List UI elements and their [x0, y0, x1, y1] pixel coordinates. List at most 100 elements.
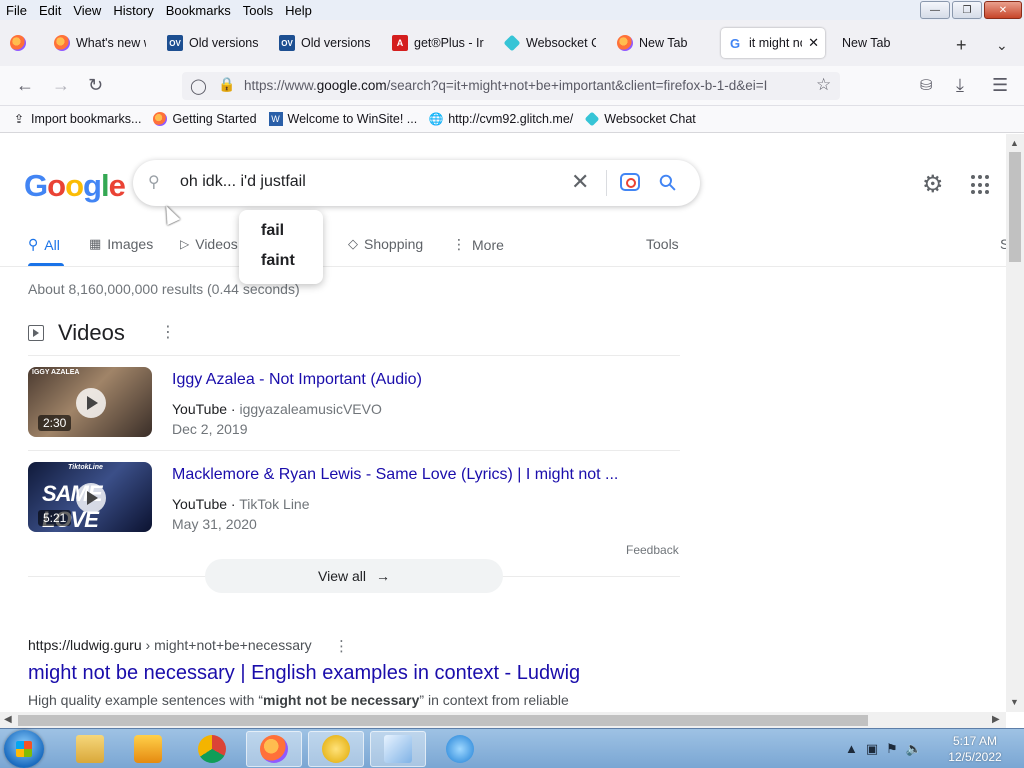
start-button[interactable]	[4, 730, 44, 768]
video-thumbnail-1[interactable]: IGGY AZALEA 2:30	[28, 367, 152, 437]
menu-history[interactable]: History	[107, 3, 159, 18]
tab-label: get®Plus - Ir	[414, 36, 484, 50]
menu-view[interactable]: View	[67, 3, 107, 18]
taskbar-firefox[interactable]	[246, 731, 302, 767]
menu-help[interactable]: Help	[279, 3, 318, 18]
bookmark-label: http://cvm92.glitch.me/	[448, 112, 574, 126]
suggestion-item[interactable]: fail	[261, 222, 284, 240]
pocket-icon[interactable]: ⛁	[920, 76, 933, 94]
back-arrow-icon[interactable]: ←	[16, 75, 34, 96]
tab-new-tab-1[interactable]: New Tab	[617, 28, 709, 58]
feedback-link[interactable]: Feedback	[626, 543, 679, 557]
minimize-button[interactable]: —	[920, 1, 950, 19]
taskbar-media[interactable]	[120, 731, 176, 767]
bookmark-label: Welcome to WinSite! ...	[287, 112, 418, 126]
source-name: YouTube	[172, 496, 228, 512]
video-title-link[interactable]: Macklemore & Ryan Lewis - Same Love (Lyr…	[172, 466, 618, 484]
acrobat-icon: A	[392, 35, 408, 51]
tab-all[interactable]: ⚲ All	[28, 236, 60, 253]
shield-icon[interactable]: ◯	[190, 77, 207, 95]
tab-old-versions-2[interactable]: OV Old versions	[279, 28, 371, 58]
settings-gear-icon[interactable]: ⚙	[922, 170, 944, 199]
menu-tools[interactable]: Tools	[237, 3, 279, 18]
close-tab-icon[interactable]: ✕	[808, 35, 819, 51]
close-window-button[interactable]: ✕	[984, 1, 1022, 19]
tab-tools[interactable]: Tools	[646, 236, 679, 252]
google-logo[interactable]: Google	[24, 168, 126, 204]
search-submit-icon[interactable]: ⚲	[653, 168, 683, 198]
search-input[interactable]: oh idk... i'd justfail	[180, 173, 306, 191]
tab-images[interactable]: ▦ Images	[89, 236, 153, 252]
google-icon: G	[727, 35, 743, 51]
result-url[interactable]: https://ludwig.guru › might+not+be+neces…	[28, 637, 312, 653]
scroll-down-icon[interactable]: ▼	[1010, 697, 1019, 707]
tab-videos[interactable]: ▷ Videos	[180, 236, 238, 252]
tab-google-search[interactable]: G it might no ✕	[721, 28, 825, 58]
camera-lens-icon[interactable]	[620, 173, 640, 191]
tab-label: Old versions	[301, 36, 371, 50]
video-thumbnail-2[interactable]: TiktokLine SAME LOVE 5:21	[28, 462, 152, 532]
scroll-right-icon[interactable]: ▶	[992, 714, 1000, 725]
menu-edit[interactable]: Edit	[33, 3, 67, 18]
url-bar[interactable]: ◯ 🔒 https://www.google.com/search?q=it+m…	[182, 72, 840, 100]
clear-search-icon[interactable]: ✕	[571, 169, 589, 195]
show-hidden-icons-icon[interactable]: ▲	[845, 741, 858, 757]
tab-label: Shopping	[364, 236, 424, 252]
bookmark-star-icon[interactable]: ☆	[816, 75, 831, 95]
horizontal-scrollbar[interactable]: ◀ ▶	[0, 712, 1006, 728]
search-box[interactable]: ⚲ oh idk... i'd justfail ✕ ⚲	[133, 160, 700, 206]
tab-new-tab-2[interactable]: New Tab	[842, 28, 932, 58]
action-center-flag-icon[interactable]: ⚑	[886, 741, 898, 757]
url-text[interactable]: https://www.google.com/search?q=it+might…	[244, 78, 806, 93]
bookmark-getting-started[interactable]: Getting Started	[153, 112, 257, 126]
tab-shopping[interactable]: ◇ Shopping	[348, 236, 423, 252]
volume-icon[interactable]: 🔈	[906, 741, 922, 757]
reload-icon[interactable]: ↻	[88, 75, 103, 96]
video-title-link[interactable]: Iggy Azalea - Not Important (Audio)	[172, 371, 422, 389]
list-tabs-chevron-icon[interactable]: ⌄	[996, 37, 1008, 54]
videos-more-icon[interactable]: ⋮	[160, 322, 176, 342]
taskbar-chrome[interactable]	[184, 731, 240, 767]
scroll-up-icon[interactable]: ▲	[1010, 138, 1019, 148]
bookmark-websocket-chat[interactable]: Websocket Chat	[584, 111, 696, 127]
new-tab-plus-icon[interactable]: +	[956, 35, 967, 56]
bookmark-import[interactable]: ⇪ Import bookmarks...	[12, 112, 141, 126]
result-more-icon[interactable]: ⋮	[334, 637, 349, 655]
oldversion-icon: OV	[167, 35, 183, 51]
view-all-button[interactable]: View all →	[205, 559, 503, 593]
menu-bookmarks[interactable]: Bookmarks	[160, 3, 237, 18]
globe-icon: 🌐	[428, 112, 444, 126]
network-icon[interactable]: ▣	[866, 741, 878, 757]
apps-grid-icon[interactable]	[971, 175, 991, 195]
taskbar-app-yellow[interactable]	[308, 731, 364, 767]
scroll-thumb[interactable]	[18, 715, 868, 726]
downloads-icon[interactable]: ⤓	[956, 75, 964, 96]
forward-arrow-icon[interactable]: →	[52, 75, 70, 96]
menu-file[interactable]: File	[0, 3, 33, 18]
result-title-link[interactable]: might not be necessary | English example…	[28, 662, 580, 685]
clock[interactable]: 5:17 AM 12/5/2022	[940, 733, 1010, 765]
tab-label: New Tab	[639, 36, 688, 50]
lock-icon[interactable]: 🔒	[218, 76, 235, 93]
video-date: Dec 2, 2019	[172, 421, 248, 437]
url-domain: google.com	[316, 78, 387, 93]
tab-old-versions-1[interactable]: OV Old versions	[167, 28, 259, 58]
restore-button[interactable]: ❐	[952, 1, 982, 19]
bookmark-glitch[interactable]: 🌐 http://cvm92.glitch.me/	[428, 112, 574, 126]
vertical-scrollbar[interactable]: ▲ ▼	[1006, 134, 1024, 712]
divider	[28, 450, 680, 451]
menu-hamburger-icon[interactable]: ☰	[992, 75, 1008, 96]
source-name: YouTube	[172, 401, 228, 417]
suggestion-item[interactable]: faint	[261, 252, 295, 270]
scroll-left-icon[interactable]: ◀	[4, 714, 12, 725]
tab-pinned-firefox[interactable]	[10, 28, 26, 58]
tab-more[interactable]: ⋮ More	[452, 236, 504, 253]
scroll-thumb[interactable]	[1009, 152, 1021, 262]
bookmark-winsite[interactable]: W Welcome to WinSite! ...	[268, 112, 418, 126]
tab-whats-new[interactable]: What's new w	[54, 28, 146, 58]
tab-websocket[interactable]: Websocket C	[504, 28, 596, 58]
tab-getplus[interactable]: A get®Plus - Ir	[392, 28, 484, 58]
taskbar-explorer[interactable]	[62, 731, 118, 767]
taskbar-app-notepad[interactable]	[370, 731, 426, 767]
taskbar-ie[interactable]	[432, 731, 488, 767]
